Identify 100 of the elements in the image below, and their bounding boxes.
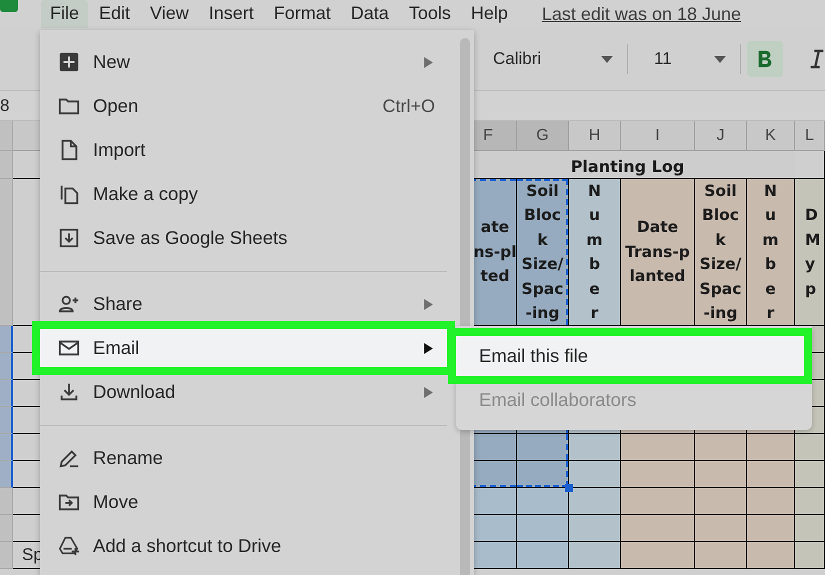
save-icon bbox=[58, 227, 80, 249]
last-edit-link[interactable]: Last edit was on 18 June bbox=[542, 4, 742, 24]
name-box[interactable]: 8 bbox=[0, 96, 10, 116]
copy-icon bbox=[58, 183, 80, 205]
menu-item[interactable]: Insert bbox=[200, 0, 263, 28]
menu-item[interactable]: Rename bbox=[40, 436, 447, 480]
column-header[interactable]: J bbox=[695, 121, 747, 151]
menu-item[interactable]: Make a copy bbox=[40, 172, 447, 216]
table-cell bbox=[795, 434, 825, 461]
download-icon bbox=[58, 381, 80, 403]
heading-text: Bloc bbox=[524, 205, 561, 226]
row-header[interactable] bbox=[0, 407, 13, 434]
column-header[interactable]: G bbox=[517, 121, 569, 151]
heading-text: u bbox=[764, 205, 776, 226]
bold-button[interactable] bbox=[747, 41, 783, 77]
menu-item[interactable]: Edit bbox=[90, 0, 140, 28]
heading-text: r bbox=[590, 303, 598, 324]
table-cell bbox=[695, 434, 747, 461]
menu-item[interactable]: View bbox=[141, 0, 198, 28]
table-cell bbox=[695, 461, 747, 488]
table-cell bbox=[695, 488, 747, 515]
heading-text: e bbox=[765, 278, 776, 300]
font-size-dropdown[interactable]: 11 bbox=[634, 41, 734, 77]
share-icon bbox=[58, 293, 80, 315]
table-cell bbox=[517, 515, 569, 542]
row-header[interactable] bbox=[0, 488, 13, 515]
heading-text: m bbox=[762, 230, 779, 250]
menu-item[interactable]: Save as Google Sheets bbox=[40, 216, 447, 260]
column-header[interactable]: L bbox=[795, 121, 825, 151]
table-cell bbox=[795, 515, 825, 542]
submenu-arrow-icon bbox=[424, 56, 433, 68]
table-cell bbox=[569, 434, 621, 461]
shortcut-icon bbox=[58, 535, 80, 557]
heading-text: Size/ bbox=[522, 254, 564, 275]
row-header[interactable] bbox=[0, 461, 13, 488]
menu-item[interactable]: Email bbox=[40, 329, 447, 367]
heading-text: k bbox=[537, 230, 548, 250]
menu-item[interactable]: Data bbox=[342, 0, 398, 28]
column-header[interactable]: K bbox=[747, 121, 795, 151]
fill-handle[interactable] bbox=[565, 484, 573, 492]
heading-text: Spac bbox=[522, 278, 564, 300]
row-header[interactable] bbox=[0, 380, 13, 407]
new-icon bbox=[58, 51, 80, 73]
row-header[interactable] bbox=[0, 151, 13, 179]
menu-item[interactable]: Email this file bbox=[456, 336, 804, 376]
heading-text: e bbox=[589, 278, 600, 300]
menu-item[interactable]: Share bbox=[40, 282, 447, 326]
menu-item[interactable]: Open Ctrl+O bbox=[40, 84, 447, 128]
caret-icon bbox=[601, 56, 613, 62]
heading-text: Soil bbox=[704, 180, 737, 202]
heading-text: u bbox=[588, 205, 600, 226]
heading-text: Date bbox=[636, 217, 678, 238]
row-header[interactable] bbox=[0, 353, 13, 380]
heading-text: -ing bbox=[526, 303, 560, 324]
heading-text: lanted bbox=[630, 266, 686, 288]
table-cell bbox=[747, 434, 795, 461]
font-dropdown[interactable]: Calibri bbox=[493, 41, 621, 77]
menu-item[interactable]: Import bbox=[40, 128, 447, 172]
table-cell bbox=[747, 515, 795, 542]
heading-text: k bbox=[715, 230, 726, 250]
column-header[interactable]: I bbox=[621, 121, 695, 151]
table-cell bbox=[747, 488, 795, 515]
table-cell bbox=[569, 515, 621, 542]
table-cell bbox=[795, 461, 825, 488]
row-header[interactable] bbox=[0, 326, 13, 353]
submenu-arrow-icon bbox=[424, 342, 433, 354]
menu-item[interactable]: Add a shortcut to Drive bbox=[40, 524, 447, 568]
column-header[interactable]: H bbox=[569, 121, 621, 151]
menu-item[interactable]: Tools bbox=[400, 0, 460, 28]
table-cell bbox=[747, 461, 795, 488]
menu-item[interactable]: New bbox=[40, 40, 447, 84]
heading-text: Trans-p bbox=[625, 242, 690, 263]
heading-text: y bbox=[805, 254, 816, 275]
menu-item[interactable]: File bbox=[41, 0, 88, 28]
row-header[interactable] bbox=[0, 434, 13, 461]
heading-text: p bbox=[805, 278, 816, 300]
table-cell bbox=[569, 488, 621, 515]
row-header[interactable] bbox=[0, 542, 13, 569]
menu-item[interactable]: Format bbox=[264, 0, 340, 28]
submenu-arrow-icon bbox=[424, 386, 433, 398]
menu-item[interactable]: Download bbox=[40, 370, 447, 414]
app-logo-icon[interactable] bbox=[0, 0, 18, 12]
heading-text: m bbox=[586, 230, 603, 250]
shortcut-text: Ctrl+O bbox=[382, 96, 435, 116]
heading-text: Size/ bbox=[700, 254, 742, 275]
heading-text: Spac bbox=[700, 278, 742, 300]
heading-text: b bbox=[764, 254, 776, 275]
caret-icon bbox=[714, 56, 726, 62]
row-header[interactable] bbox=[0, 515, 13, 542]
heading-text: ate bbox=[480, 217, 510, 238]
menu-item[interactable]: Help bbox=[462, 0, 517, 28]
menu-item[interactable]: Move bbox=[40, 480, 447, 524]
italic-icon bbox=[808, 49, 825, 69]
heading-text: Bloc bbox=[702, 205, 739, 226]
row-header[interactable] bbox=[0, 179, 13, 326]
heading-text: ted bbox=[480, 266, 510, 288]
sheet-title: Planting Log bbox=[570, 156, 684, 178]
heading-text: ns-pl bbox=[473, 242, 517, 263]
submenu-arrow-icon bbox=[424, 298, 433, 310]
heading-text: N bbox=[764, 180, 777, 202]
